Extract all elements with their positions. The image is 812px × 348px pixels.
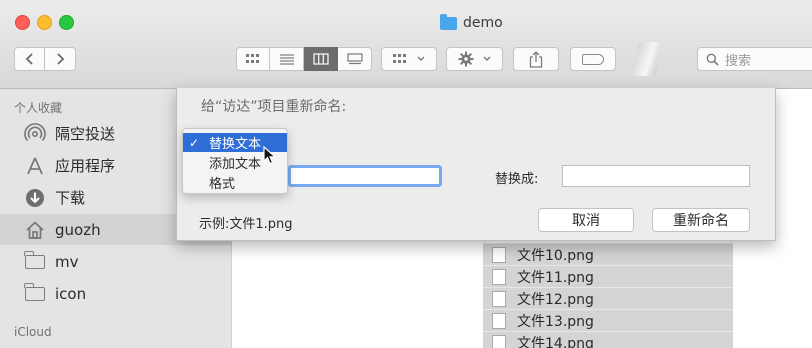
search-placeholder: 搜索 [725, 53, 752, 69]
chevron-down-icon [483, 56, 490, 61]
file-name: 文件11.png [517, 269, 594, 286]
document-icon [492, 268, 506, 285]
sidebar-item-label: 下载 [55, 189, 86, 207]
finder-window: demo 搜索 个人收藏 隔空投送 应用程序 下载 guozh mv icon … [0, 0, 812, 348]
share-icon [529, 50, 543, 68]
document-icon [492, 246, 506, 263]
edit-tags-button[interactable] [570, 47, 616, 71]
file-name: 文件10.png [517, 247, 594, 264]
window-title: demo [440, 13, 503, 33]
sidebar-item-label: mv [55, 252, 79, 271]
dialog-title: 给“访达”项目重新命名: [201, 99, 347, 115]
group-by-button[interactable] [381, 47, 437, 71]
back-button[interactable] [14, 47, 45, 71]
file-row[interactable]: 文件12.png [483, 287, 733, 309]
replace-with-label: 替换成: [495, 172, 539, 187]
menu-item-format[interactable]: 格式 [183, 173, 287, 192]
view-mode-group [236, 47, 372, 71]
gear-icon [458, 51, 473, 67]
chevron-right-icon [57, 53, 65, 65]
example-text: 示例:文件1.png [199, 217, 293, 232]
sidebar-item-label: guozh [55, 220, 101, 239]
toolbar-blank-item[interactable] [633, 42, 661, 76]
file-name: 文件12.png [517, 291, 594, 308]
find-text-field[interactable] [288, 165, 442, 187]
sidebar-item-label: 应用程序 [55, 157, 116, 175]
file-row[interactable]: 文件13.png [483, 309, 733, 331]
gallery-view-button[interactable] [338, 47, 372, 71]
navigation-group [14, 47, 76, 71]
airdrop-icon [24, 122, 46, 145]
search-icon [706, 53, 719, 66]
file-name: 文件13.png [517, 313, 594, 330]
sidebar-item-mv[interactable]: mv [0, 246, 231, 277]
tag-icon [582, 53, 604, 65]
menu-item-label: 格式 [209, 177, 236, 192]
grid-icon [393, 54, 406, 63]
forward-button[interactable] [45, 47, 76, 71]
folder-icon [24, 250, 46, 273]
minimize-window-button[interactable] [37, 15, 52, 30]
list-view-button[interactable] [270, 47, 304, 71]
chevron-down-icon [417, 56, 425, 61]
menu-item-label: 替换文本 [209, 137, 262, 152]
action-menu-button[interactable] [446, 47, 503, 71]
sidebar-item-icon[interactable]: icon [0, 278, 231, 309]
download-icon [24, 187, 46, 209]
document-icon [492, 334, 506, 348]
file-row[interactable]: 文件14.png [483, 331, 733, 348]
sidebar-section-favorites: 个人收藏 [14, 101, 63, 115]
folder-icon [24, 282, 46, 305]
sidebar-section-icloud: iCloud [14, 325, 52, 339]
file-name: 文件14.png [517, 335, 594, 348]
toolbar: demo 搜索 [0, 0, 812, 89]
chevron-left-icon [25, 53, 33, 65]
mouse-cursor-icon [263, 146, 277, 165]
sidebar-item-label: icon [55, 284, 87, 303]
document-icon [492, 312, 506, 329]
sidebar-item-label: 隔空投送 [55, 125, 116, 143]
window-title-text: demo [463, 15, 503, 31]
rename-button[interactable]: 重新命名 [652, 208, 750, 232]
gallery-icon [346, 53, 363, 65]
close-window-button[interactable] [15, 15, 30, 30]
document-icon [492, 290, 506, 307]
file-row[interactable]: 文件11.png [483, 265, 733, 287]
column-view-button[interactable] [304, 47, 338, 71]
file-row[interactable]: 文件10.png [483, 243, 733, 265]
folder-icon [440, 13, 457, 30]
checkmark-icon: ✓ [189, 135, 200, 150]
share-button[interactable] [513, 47, 559, 71]
search-field[interactable]: 搜索 [697, 47, 812, 71]
columns-icon [312, 53, 329, 65]
grid-icon [246, 54, 259, 63]
menu-item-label: 添加文本 [209, 157, 262, 172]
home-icon [24, 219, 46, 241]
replace-with-field[interactable] [562, 165, 750, 187]
cancel-button[interactable]: 取消 [538, 208, 634, 232]
applications-icon [24, 155, 46, 177]
zoom-window-button[interactable] [59, 15, 74, 30]
icon-view-button[interactable] [236, 47, 270, 71]
list-icon [279, 54, 294, 65]
